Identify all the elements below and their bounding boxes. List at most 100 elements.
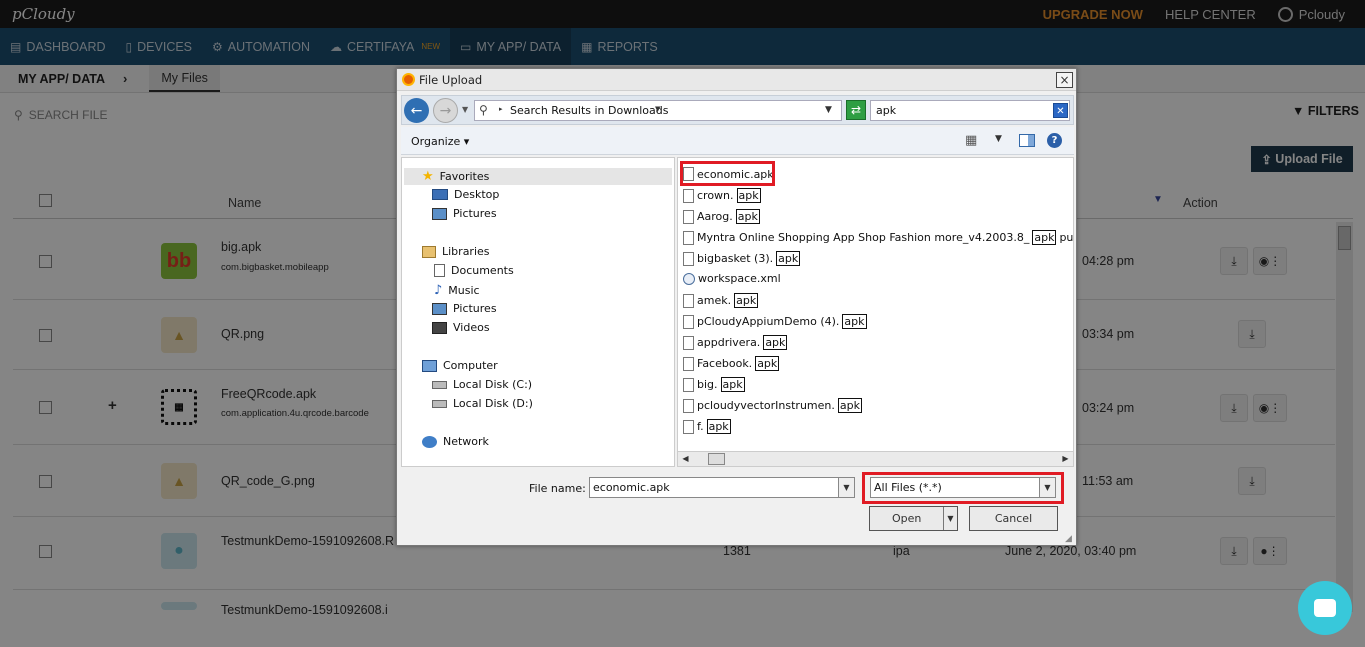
file-label: f. — [697, 420, 704, 433]
path-box[interactable]: ⚲ ▸ Search Results in Downloads ▼ ▼ — [474, 100, 842, 121]
pictures-icon — [432, 302, 447, 315]
selected-file-highlight — [680, 161, 775, 186]
documents-icon — [434, 264, 445, 277]
chevron-down-icon[interactable]: ▼ — [655, 105, 660, 113]
dialog-title: File Upload — [419, 73, 483, 87]
file-item[interactable]: Myntra Online Shopping App Shop Fashion … — [683, 230, 1074, 245]
search-value: apk — [876, 104, 897, 117]
file-ext: apk — [736, 188, 761, 203]
file-list: economic.apk crown. apk Aarog. apk Myntra … — [677, 157, 1074, 455]
file-ext: apk — [720, 377, 745, 392]
file-item[interactable]: amek. apk — [683, 293, 759, 308]
command-bar: Organize ▾ ▦ ▼ ? — [401, 127, 1074, 155]
file-item[interactable]: pcloudyvectorInstrumen. apk — [683, 398, 862, 413]
preview-pane-icon[interactable] — [1019, 134, 1035, 147]
file-icon — [683, 398, 694, 413]
back-button[interactable]: ← — [404, 98, 429, 123]
forward-button[interactable]: → — [433, 98, 458, 123]
nav-label: Desktop — [454, 188, 500, 201]
file-icon — [683, 209, 694, 224]
address-bar: ← → ▼ ⚲ ▸ Search Results in Downloads ▼ … — [401, 95, 1074, 125]
organize-label: Organize — [411, 135, 461, 148]
nav-pictures[interactable]: Pictures — [432, 207, 497, 220]
scrollbar-thumb[interactable] — [708, 453, 725, 465]
file-icon — [683, 188, 694, 203]
disk-icon — [432, 399, 447, 408]
organize-menu[interactable]: Organize ▾ — [411, 135, 469, 148]
view-dropdown-icon[interactable]: ▼ — [995, 134, 1002, 144]
nav-computer[interactable]: Computer — [422, 359, 498, 372]
scroll-left-icon[interactable]: ◀ — [679, 453, 692, 465]
nav-documents[interactable]: Documents — [434, 264, 514, 277]
nav-network[interactable]: Network — [422, 435, 489, 448]
file-label: Facebook. — [697, 357, 753, 370]
nav-disk-d[interactable]: Local Disk (D:) — [432, 397, 533, 410]
nav-desktop[interactable]: Desktop — [432, 188, 499, 201]
videos-icon — [432, 321, 447, 334]
view-options-icon[interactable]: ▦ — [965, 133, 977, 148]
firefox-icon — [402, 73, 415, 86]
file-item[interactable]: Aarog. apk — [683, 209, 760, 224]
nav-libraries[interactable]: Libraries — [422, 245, 490, 258]
file-label: pcloudyvectorInstrumen. — [697, 399, 835, 412]
cancel-button[interactable]: Cancel — [969, 506, 1058, 531]
file-item[interactable]: bigbasket (3). apk — [683, 251, 801, 266]
help-icon[interactable]: ? — [1047, 133, 1062, 148]
open-dropdown-icon[interactable]: ▼ — [943, 507, 957, 530]
refresh-button[interactable]: ⇄ — [846, 100, 866, 120]
file-ext: apk — [842, 314, 867, 329]
chevron-right-icon[interactable]: ▸ — [499, 105, 503, 113]
open-button[interactable]: Open ▼ — [869, 506, 958, 531]
path-dropdown-icon[interactable]: ▼ — [825, 105, 832, 115]
arrow-left-icon: ← — [410, 102, 423, 119]
file-item[interactable]: crown. apk — [683, 188, 761, 203]
nav-favorites[interactable]: ★ Favorites — [404, 168, 672, 185]
disk-icon — [432, 380, 447, 389]
file-ext: apk — [837, 398, 862, 413]
nav-music[interactable]: ♪ Music — [434, 283, 480, 298]
file-item[interactable]: Facebook. apk — [683, 356, 780, 371]
file-icon — [683, 335, 694, 350]
resize-grip-icon[interactable]: ◢ — [1065, 534, 1072, 544]
chevron-down-icon[interactable]: ▼ — [838, 478, 854, 497]
file-item[interactable]: pCloudyAppiumDemo (4). apk — [683, 314, 867, 329]
file-name-value: economic.apk — [593, 481, 670, 494]
nav-label: Music — [448, 284, 480, 297]
nav-disk-c[interactable]: Local Disk (C:) — [432, 378, 532, 391]
nav-label: Documents — [451, 264, 514, 277]
file-list-hscrollbar[interactable]: ◀ ▶ — [677, 451, 1074, 467]
nav-label: Libraries — [442, 245, 490, 258]
dialog-titlebar[interactable]: File Upload × — [397, 69, 1076, 91]
file-item[interactable]: big. apk — [683, 377, 745, 392]
nav-label: Pictures — [453, 207, 497, 220]
network-icon — [422, 435, 437, 448]
chat-widget-button[interactable] — [1298, 581, 1352, 635]
file-label: workspace.xml — [698, 272, 781, 285]
history-dropdown-icon[interactable]: ▼ — [462, 105, 468, 114]
nav-videos[interactable]: Videos — [432, 321, 490, 334]
clear-search-icon[interactable]: ✕ — [1053, 103, 1068, 118]
dialog-search-input[interactable]: apk ✕ — [870, 100, 1070, 121]
pictures-icon — [432, 207, 447, 220]
file-item[interactable]: appdrivera. apk — [683, 335, 788, 350]
file-item[interactable]: workspace.xml — [683, 272, 781, 285]
file-label: big. — [697, 378, 718, 391]
nav-pictures-library[interactable]: Pictures — [432, 302, 497, 315]
file-label: bigbasket (3). — [697, 252, 774, 265]
file-name-input[interactable]: economic.apk ▼ — [589, 477, 855, 498]
close-button[interactable]: × — [1056, 72, 1073, 88]
file-icon — [683, 230, 694, 245]
open-label: Open — [892, 512, 922, 525]
nav-label: Computer — [443, 359, 498, 372]
arrow-right-icon: → — [439, 102, 452, 119]
path-text: Search Results in Downloads — [510, 104, 669, 117]
file-item[interactable]: f. apk — [683, 419, 731, 434]
file-icon — [683, 251, 694, 266]
scroll-right-icon[interactable]: ▶ — [1059, 453, 1072, 465]
file-ext: apk — [1032, 230, 1057, 245]
nav-label: Pictures — [453, 302, 497, 315]
file-label: Myntra Online Shopping App Shop Fashion … — [697, 231, 1030, 244]
file-label-tail: pure.com.xapk — [1059, 231, 1074, 244]
file-ext: apk — [755, 356, 780, 371]
file-label: pCloudyAppiumDemo (4). — [697, 315, 840, 328]
